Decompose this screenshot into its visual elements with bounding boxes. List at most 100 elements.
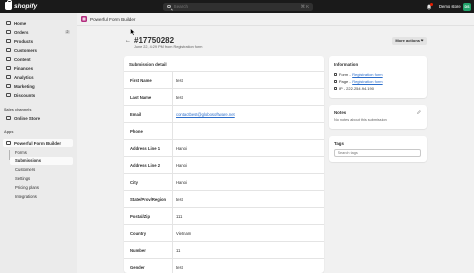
search-input[interactable] [173,4,313,9]
back-arrow-icon[interactable]: ← [125,38,131,44]
field-value: test [176,264,183,270]
top-bar: shopify ⌘ K Demo store DS [0,0,474,13]
sidebar-item-finances[interactable]: Finances [3,64,73,72]
tag-icon [6,38,11,44]
sidebar-item-label: Discounts [14,92,36,98]
field-value-link[interactable]: contactbest@globosoftware.net [176,112,235,117]
sidebar-item-products[interactable]: Products [3,37,73,45]
sidebar-item-customers[interactable]: Customers [3,46,73,54]
field-value: 11 [176,247,181,253]
field-value: Hanoi [176,162,187,168]
field-label: Address Line 1 [130,145,161,151]
field-label: Last Name [130,94,152,100]
sidebar-item-discounts[interactable]: Discounts [3,91,73,99]
field-value: test [176,196,183,202]
submission-detail-heading: Submission detail [129,62,167,67]
sidebar-sub-integrations[interactable]: Integrations [10,193,73,201]
sidebar-item-home[interactable]: Home [3,19,73,27]
shopify-bag-icon [5,0,12,10]
sidebar-item-content[interactable]: Content [3,55,73,63]
sidebar-sub-settings[interactable]: Settings [10,175,73,183]
info-form-line: Form - Registration form [334,72,383,77]
search-icon [167,4,171,9]
edit-pencil-icon[interactable] [417,109,421,114]
sidebar-item-label: Analytics [14,74,34,80]
field-value: Hanoi [176,145,187,151]
form-icon [334,72,338,77]
info-page-line: Page - Registration form [334,79,383,84]
apps-heading: Apps [4,130,14,134]
field-label: First Name [130,77,152,83]
store-icon [6,115,11,121]
table-row: Gender test [124,258,324,273]
sidebar: Home Orders 2 Products Customers Content… [0,13,77,273]
page-subtitle: June 22, 4:29 PM from Registration form [134,45,203,49]
table-row: Number 11 [124,241,324,259]
table-row: Address Line 1 Hanoi [124,139,324,157]
home-icon [6,20,11,26]
shopify-logo[interactable]: shopify [5,0,38,10]
form-builder-icon: ▤ [81,16,87,22]
tags-search-input[interactable] [334,149,421,157]
sidebar-sub-customers[interactable]: Customers [10,166,73,174]
sidebar-item-label: Customers [14,47,37,53]
column-divider [172,225,173,242]
sidebar-sub-forms[interactable]: Forms [10,149,73,157]
tags-card: Tags [329,136,427,162]
sidebar-item-label: Home [14,20,27,26]
sidebar-item-analytics[interactable]: Analytics [3,73,73,81]
table-row: Email contactbest@globosoftware.net [124,105,324,123]
column-divider [172,191,173,208]
sidebar-item-app[interactable]: Powerful Form Builder [3,139,73,147]
sales-channels-heading: Sales channels [4,108,32,112]
chevron-down-icon [421,38,425,42]
column-divider [172,89,173,106]
search-shortcut: ⌘ K [300,4,309,9]
sidebar-item-label: Orders [14,29,29,35]
column-divider [172,72,173,89]
information-heading: Information [334,62,359,67]
field-label: State/Prov/Region [130,196,167,202]
sidebar-sub-pricing-plans[interactable]: Pricing plans [10,184,73,192]
discount-icon [6,92,11,98]
sidebar-item-label: Content [14,56,31,62]
sidebar-sub-submissions[interactable]: Submissions [10,157,73,165]
info-ip-line: IP - 222.254.94.190 [334,86,374,91]
notes-heading: Notes [334,110,347,115]
info-page-link[interactable]: Registration form [352,79,382,84]
field-value: test [176,94,183,100]
sidebar-item-label: Finances [14,65,34,71]
field-label: Gender [130,264,145,270]
sidebar-item-online-store[interactable]: Online Store [3,114,73,122]
info-ip: IP - 222.254.94.190 [338,86,374,91]
field-label: Country [130,230,147,236]
app-title: Powerful Form Builder [90,16,136,22]
more-actions-button[interactable]: More actions [392,36,427,45]
search-bar[interactable]: ⌘ K [163,2,313,11]
field-label: Phone [130,128,143,134]
info-form-link[interactable]: Registration form [352,72,382,77]
person-icon [6,47,11,53]
column-divider [172,174,173,191]
sidebar-item-marketing[interactable]: Marketing [3,82,73,90]
store-name[interactable]: Demo store [439,4,461,9]
notifications-button[interactable] [425,2,433,11]
field-label: Number [130,247,146,253]
table-row: Address Line 2 Hanoi [124,156,324,174]
brand-name: shopify [14,2,38,10]
column-divider [172,106,173,123]
sidebar-item-label: Products [14,38,34,44]
orders-icon [6,29,11,35]
field-value: test [176,77,183,83]
sidebar-item-label: Online Store [14,115,41,121]
notes-text: No notes about this submission [334,117,387,122]
table-row: City Hanoi [124,173,324,191]
app-header: ▤ Powerful Form Builder [77,13,474,26]
page-icon [334,79,338,84]
sidebar-item-orders[interactable]: Orders 2 [3,28,73,36]
avatar[interactable]: DS [463,2,471,11]
sidebar-item-label: Powerful Form Builder [14,140,62,146]
info-form-label: Form - [338,72,351,77]
target-icon [6,83,11,89]
field-label: Postal/Zip [130,213,151,219]
